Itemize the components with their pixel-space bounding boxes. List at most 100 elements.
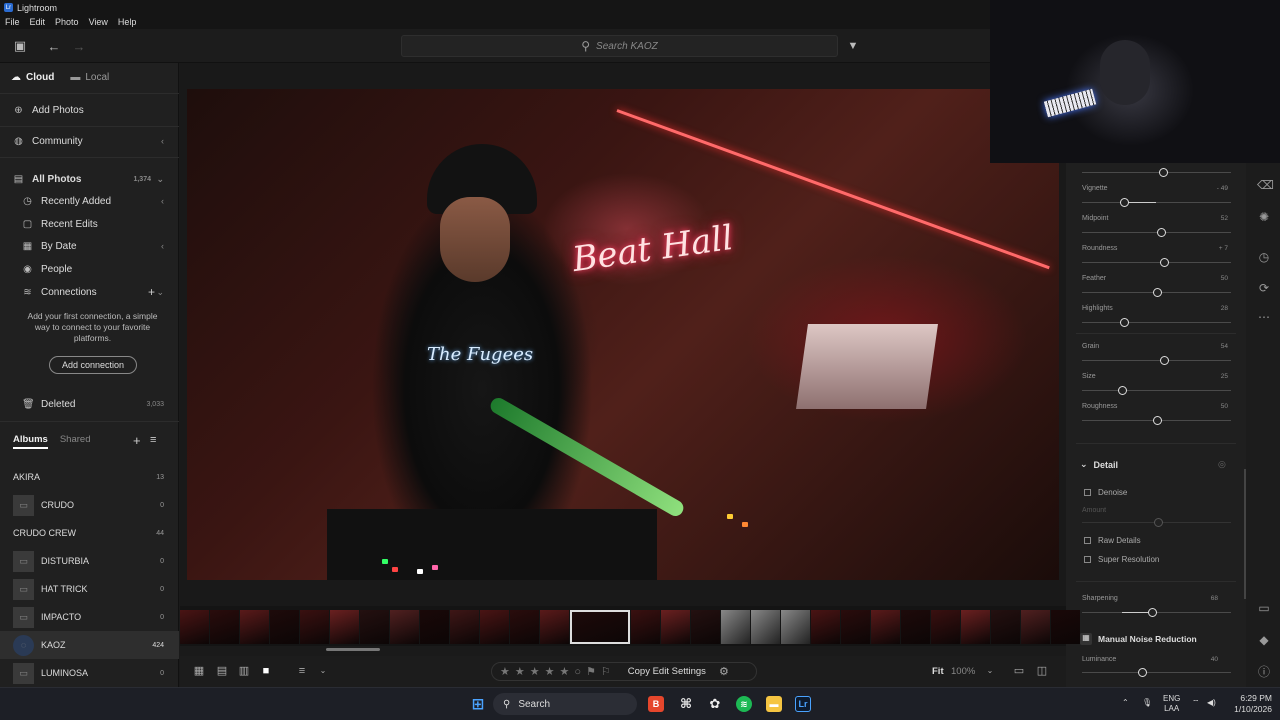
chatgpt-icon[interactable]: ⌘ [678,696,694,712]
filmstrip-thumbnail[interactable] [270,610,299,644]
sync-icon[interactable]: ⟳ [1257,281,1271,295]
slider-knob[interactable] [1156,228,1166,237]
filmstrip-thumbnail[interactable] [691,610,720,644]
menu-view[interactable]: View [89,17,108,27]
star-icon[interactable]: ★ [545,665,555,678]
grid-view-icon[interactable]: ▦ [192,665,206,677]
album-item-selected[interactable]: ◌ KAOZ 424 [0,631,179,659]
taskbar-clock[interactable]: 6:29 PM 1/10/2026 [1222,693,1272,715]
filmstrip-thumbnail[interactable] [901,610,930,644]
windows-start-icon[interactable]: ⊞ [470,696,486,713]
square-grid-icon[interactable]: ▤ [215,665,229,677]
slider-track[interactable] [1082,168,1231,177]
roughness-value[interactable]: 50 [1221,403,1228,410]
file-explorer-icon[interactable]: ▬ [766,696,782,712]
slider-knob[interactable] [1118,386,1128,395]
split-view-icon[interactable]: ◫ [1035,665,1049,677]
filmstrip-thumbnail[interactable] [871,610,900,644]
circle-icon[interactable]: ○ [574,666,581,678]
filmstrip-thumbnail[interactable] [631,610,660,644]
album-item[interactable]: CRUDO CREW 44 [0,519,208,629]
filmstrip-thumbnail[interactable] [420,610,449,644]
highlights-value[interactable]: 28 [1221,305,1228,312]
album-item[interactable]: ▭ CRUDO 0 [0,491,179,519]
before-after-icon[interactable]: ▭ [1012,665,1026,677]
menu-file[interactable]: File [5,17,20,27]
add-photos-button[interactable]: ⊕ Add Photos [0,99,179,121]
fit-button[interactable]: Fit [932,666,944,677]
size-slider[interactable] [1082,386,1231,395]
feather-value[interactable]: 50 [1221,275,1228,282]
sidebar-item-people[interactable]: ◉ People [0,258,179,280]
chevron-up-icon[interactable]: ⌃ [1122,698,1129,708]
sidebar-item-recent-edits[interactable]: ▢ Recent Edits [0,213,179,235]
volume-icon[interactable]: ◀) [1207,698,1216,708]
filmstrip-thumbnail[interactable] [961,610,990,644]
album-item[interactable]: ▭ LUMINOSA 0 [0,659,179,687]
filmstrip-thumbnail[interactable] [480,610,509,644]
menu-help[interactable]: Help [118,17,137,27]
filmstrip-thumbnail[interactable] [450,610,479,644]
lightroom-taskbar-icon[interactable]: Lr [795,696,811,712]
midpoint-value[interactable]: 52 [1221,215,1228,222]
slider-knob[interactable] [1148,608,1158,617]
detail-section-header[interactable]: ⌄ Detail [1080,459,1118,470]
wifi-icon[interactable]: ⌔ [1192,698,1200,708]
chevron-down-icon[interactable]: ⌄ [316,665,330,677]
compare-view-icon[interactable]: ▥ [237,665,251,677]
midpoint-slider[interactable] [1082,228,1231,237]
star-icon[interactable]: ★ [530,665,540,678]
settings-gear-icon[interactable]: ⚙ [719,665,729,678]
roundness-slider[interactable] [1082,258,1231,267]
history-icon[interactable]: ◷ [1257,250,1271,264]
size-value[interactable]: 25 [1221,373,1228,380]
panel-toggle-icon[interactable]: ▣ [11,37,29,55]
vignette-slider[interactable] [1082,198,1231,207]
filmstrip-thumbnail[interactable] [300,610,329,644]
grain-slider[interactable] [1082,356,1231,365]
sort-icon[interactable]: ≡ [150,434,156,446]
album-item[interactable]: AKIRA 13 [0,463,208,573]
filmstrip-thumbnail[interactable] [721,610,750,644]
language-indicator[interactable]: ENG LAA [1163,694,1180,714]
roundness-value[interactable]: + 7 [1219,245,1228,252]
sidebar-item-deleted[interactable]: 🗑 Deleted 3,033 [0,393,179,415]
filter-icon[interactable]: ▼ [844,37,862,55]
star-icon[interactable]: ★ [515,665,525,678]
filmstrip-thumbnail[interactable] [1051,610,1080,644]
filmstrip-thumbnail[interactable] [240,610,269,644]
filmstrip-thumbnail[interactable] [811,610,840,644]
filmstrip-thumbnail-selected[interactable] [570,610,630,644]
filmstrip-thumbnail[interactable] [991,610,1020,644]
add-connection-button[interactable]: Add connection [49,356,137,374]
filmstrip-thumbnail[interactable] [661,610,690,644]
vignette-value[interactable]: - 49 [1217,185,1228,192]
tab-albums[interactable]: Albums [13,434,48,449]
denoise-checkbox[interactable]: Denoise [1084,488,1127,497]
chevron-down-icon[interactable]: ⌄ [983,665,997,677]
tab-shared[interactable]: Shared [60,434,91,449]
sort-icon[interactable]: ≡ [295,665,309,677]
comment-icon[interactable]: ▭ [1257,601,1271,615]
feather-slider[interactable] [1082,288,1231,297]
filmstrip-thumbnail[interactable] [510,610,539,644]
eraser-icon[interactable]: ⌫ [1257,178,1274,192]
tag-icon[interactable]: ◆ [1257,633,1271,647]
star-icon[interactable]: ★ [500,665,510,678]
spotify-icon[interactable]: ≋ [736,696,752,712]
super-resolution-checkbox[interactable]: Super Resolution [1084,555,1159,564]
chatgpt-alt-icon[interactable]: ✿ [707,696,723,712]
main-photo[interactable]: Beat Hall The Fugees [187,89,1059,580]
raw-details-checkbox[interactable]: Raw Details [1084,536,1141,545]
microphone-icon[interactable]: 🎙 [1142,698,1152,708]
menu-photo[interactable]: Photo [55,17,79,27]
highlights-slider[interactable] [1082,318,1231,327]
plus-icon[interactable]: + [148,285,155,299]
filmstrip-thumbnail[interactable] [210,610,239,644]
sidebar-item-community[interactable]: ◍ Community ‹ [0,130,179,152]
zoom-level[interactable]: 100% [951,666,975,677]
filmstrip-thumbnail[interactable] [330,610,359,644]
sidebar-item-by-date[interactable]: ▦ By Date ‹ [0,235,179,257]
grain-value[interactable]: 54 [1221,343,1228,350]
taskbar-search[interactable]: ⚲ Search [493,693,637,715]
